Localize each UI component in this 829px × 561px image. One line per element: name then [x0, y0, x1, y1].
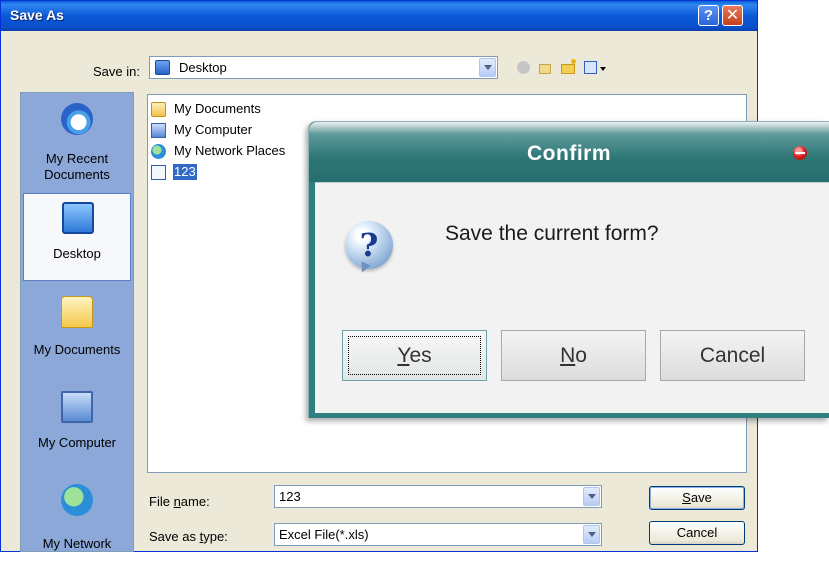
help-button[interactable]: ?	[698, 5, 719, 26]
desktop-icon	[155, 60, 170, 75]
save-in-value: Desktop	[179, 60, 227, 75]
cancel-button[interactable]: Cancel	[649, 521, 745, 545]
save-as-type-label: Save as type:	[149, 529, 228, 544]
file-name-label: File name:	[149, 494, 210, 509]
recent-documents-icon	[61, 103, 93, 135]
accelerator-key: n	[173, 494, 181, 509]
save-as-type-value: Excel File(*.xls)	[279, 527, 369, 542]
place-label: My Recent Documents	[23, 151, 131, 183]
confirm-title: Confirm	[527, 142, 611, 165]
place-desktop[interactable]: Desktop	[23, 193, 131, 281]
place-label-line2: Documents	[44, 167, 110, 182]
computer-icon	[151, 123, 166, 138]
close-icon[interactable]	[793, 146, 807, 160]
window-title: Save As	[10, 7, 64, 23]
save-in-label: Save in:	[93, 64, 140, 79]
chevron-down-icon[interactable]	[583, 525, 600, 544]
network-places-icon	[151, 144, 166, 159]
back-arrow-icon[interactable]	[514, 58, 533, 77]
close-button[interactable]: ✕	[722, 5, 743, 26]
file-name: My Computer	[174, 122, 253, 137]
save-in-dropdown[interactable]: Desktop	[149, 56, 498, 79]
label-part: Save as	[149, 529, 200, 544]
chevron-down-icon[interactable]	[583, 487, 600, 506]
button-label: o	[575, 344, 587, 367]
place-my-computer[interactable]: My Computer	[23, 383, 131, 471]
place-label: My Computer	[37, 435, 117, 450]
new-folder-icon[interactable]	[559, 58, 578, 77]
button-label: ave	[690, 490, 712, 505]
network-icon	[61, 484, 93, 516]
file-name: 123	[173, 164, 197, 180]
place-label-line1: My Recent	[45, 151, 109, 166]
confirm-cancel-button[interactable]: Cancel	[660, 330, 805, 381]
save-button[interactable]: Save	[649, 486, 745, 510]
place-my-documents[interactable]: My Documents	[23, 288, 131, 376]
excel-file-icon	[151, 165, 166, 180]
places-bar: My Recent Documents Desktop My Documents…	[20, 92, 134, 552]
place-my-recent-documents[interactable]: My Recent Documents	[23, 95, 131, 183]
desktop-icon	[62, 202, 94, 234]
my-computer-icon	[61, 391, 93, 423]
place-label: My Documents	[33, 342, 121, 357]
place-label: Desktop	[53, 246, 101, 261]
accelerator-key: N	[560, 344, 576, 367]
up-folder-icon[interactable]	[536, 58, 555, 77]
chevron-down-icon[interactable]	[479, 58, 496, 77]
folder-icon	[151, 102, 166, 117]
place-my-network[interactable]: My Network	[23, 476, 131, 551]
label-part: ype:	[203, 529, 228, 544]
focus-rectangle	[348, 336, 481, 375]
confirm-dialog: Confirm ? Save the current form? Yes No …	[308, 121, 829, 418]
accelerator-key: S	[682, 490, 691, 505]
confirm-body: ? Save the current form? Yes No Cancel	[315, 182, 829, 413]
save-as-type-dropdown[interactable]: Excel File(*.xls)	[274, 523, 602, 546]
confirm-message: Save the current form?	[445, 222, 659, 245]
question-icon: ?	[345, 221, 393, 269]
file-name: My Documents	[174, 101, 261, 116]
views-menu-icon[interactable]	[583, 58, 609, 77]
title-bar[interactable]: Save As ? ✕	[1, 1, 757, 31]
no-button[interactable]: No	[501, 330, 646, 381]
confirm-title-bar[interactable]: Confirm	[309, 122, 829, 182]
file-name-value: 123	[279, 489, 301, 504]
file-name-field[interactable]: 123	[274, 485, 602, 508]
file-name: My Network Places	[174, 143, 286, 158]
yes-button[interactable]: Yes	[342, 330, 487, 381]
label-part: File	[149, 494, 174, 509]
place-label: My Network	[42, 536, 112, 551]
my-documents-icon	[61, 296, 93, 328]
label-part: ame:	[180, 494, 210, 509]
